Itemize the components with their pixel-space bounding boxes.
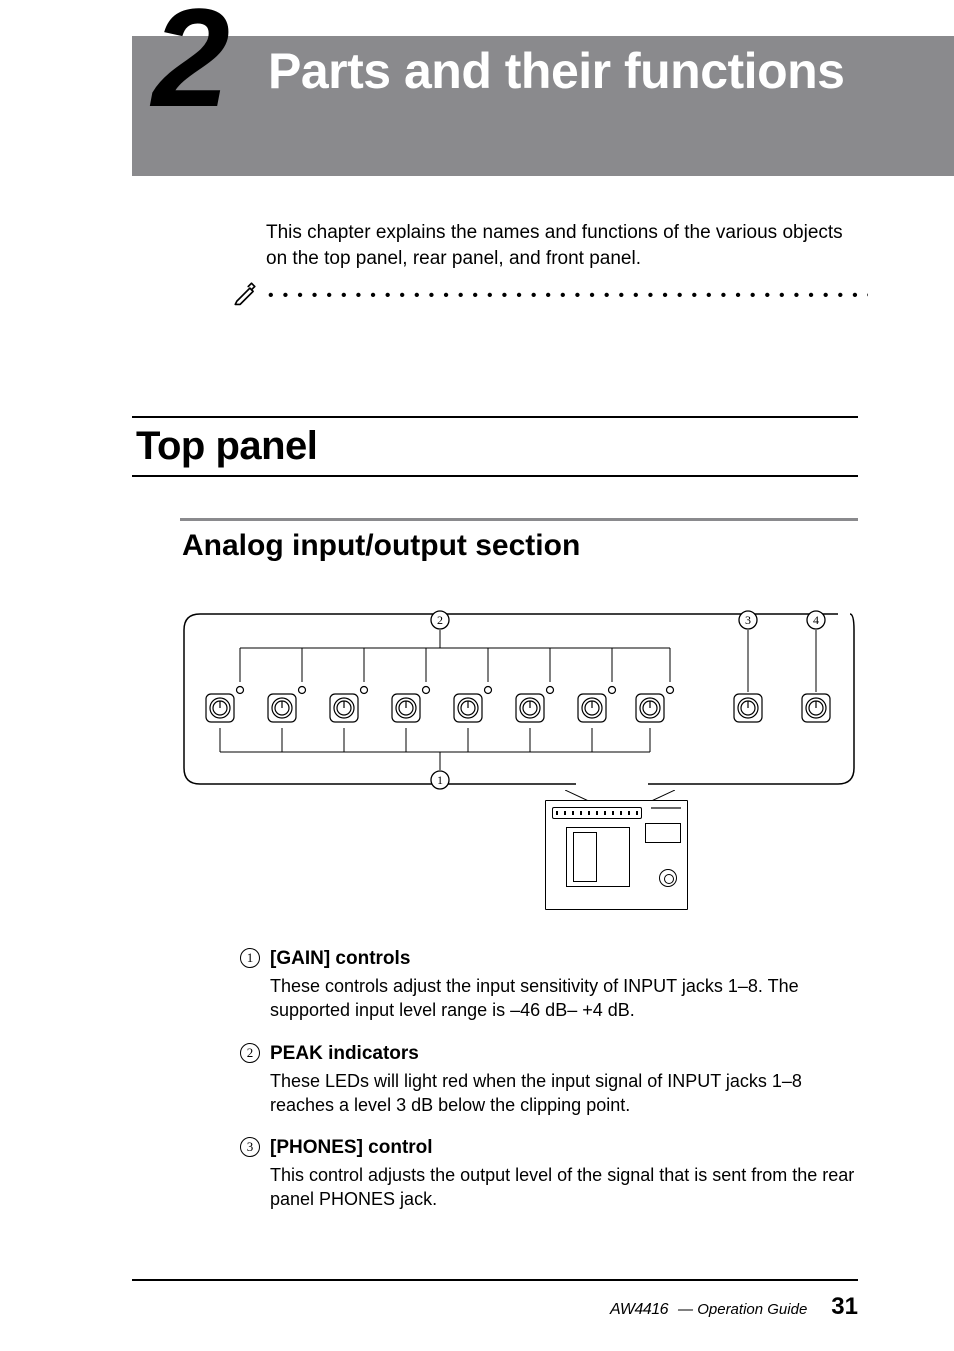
- rule-icon: [180, 518, 858, 521]
- callout-3: 3: [745, 613, 751, 627]
- definition-item: 3 [PHONES] control This control adjusts …: [240, 1137, 858, 1212]
- locator-screen-icon: [645, 823, 681, 843]
- chapter-number: 2: [152, 0, 226, 128]
- circled-number-icon: 3: [240, 1137, 260, 1157]
- definition-item: 2 PEAK indicators These LEDs will light …: [240, 1043, 858, 1118]
- circled-number-icon: 2: [240, 1043, 260, 1063]
- chapter-title: Parts and their functions: [268, 44, 924, 98]
- intro-paragraph: This chapter explains the names and func…: [266, 220, 852, 271]
- product-name: AW4416: [610, 1301, 668, 1319]
- pencil-note-icon: [232, 280, 258, 311]
- section-h1-text: Top panel: [136, 424, 858, 469]
- dotted-rule: ••••••••••••••••••••••••••••••••••••••••…: [268, 287, 868, 305]
- definition-title: [PHONES] control: [270, 1137, 858, 1159]
- circled-number-icon: 1: [240, 948, 260, 968]
- footer-rule: [132, 1279, 858, 1281]
- brand-mark-icon: [651, 807, 681, 815]
- locator-jogwheel-icon: [659, 869, 677, 887]
- page-number: 31: [831, 1293, 858, 1321]
- definition-title: [GAIN] controls: [270, 948, 858, 970]
- callout-1: 1: [437, 773, 443, 787]
- section-h2-text: Analog input/output section: [182, 529, 858, 563]
- definitions-list: 1 [GAIN] controls These controls adjust …: [240, 948, 858, 1232]
- page-footer: AW4416 — Operation Guide 31: [610, 1293, 858, 1321]
- definition-body: These controls adjust the input sensitiv…: [270, 974, 858, 1023]
- device-locator-illustration: [545, 800, 688, 910]
- locator-faders-icon: [566, 827, 630, 887]
- section-heading-1: Top panel: [132, 416, 858, 477]
- tip-divider-row: ••••••••••••••••••••••••••••••••••••••••…: [232, 280, 868, 311]
- footer-guide-label: — Operation Guide: [678, 1301, 807, 1318]
- locator-highlight-region: [552, 807, 642, 819]
- definition-body: This control adjusts the output level of…: [270, 1163, 858, 1212]
- rule-icon: [132, 416, 858, 418]
- rule-icon: [132, 475, 858, 477]
- callout-2: 2: [437, 613, 443, 627]
- callout-4: 4: [813, 613, 819, 627]
- definition-title: PEAK indicators: [270, 1043, 858, 1065]
- analog-io-diagram: 2 3 4 1: [180, 604, 858, 794]
- definition-body: These LEDs will light red when the input…: [270, 1069, 858, 1118]
- page: { "chapter": { "number": "2", "title": "…: [0, 0, 954, 1351]
- definition-item: 1 [GAIN] controls These controls adjust …: [240, 948, 858, 1023]
- section-heading-2: Analog input/output section: [180, 518, 858, 563]
